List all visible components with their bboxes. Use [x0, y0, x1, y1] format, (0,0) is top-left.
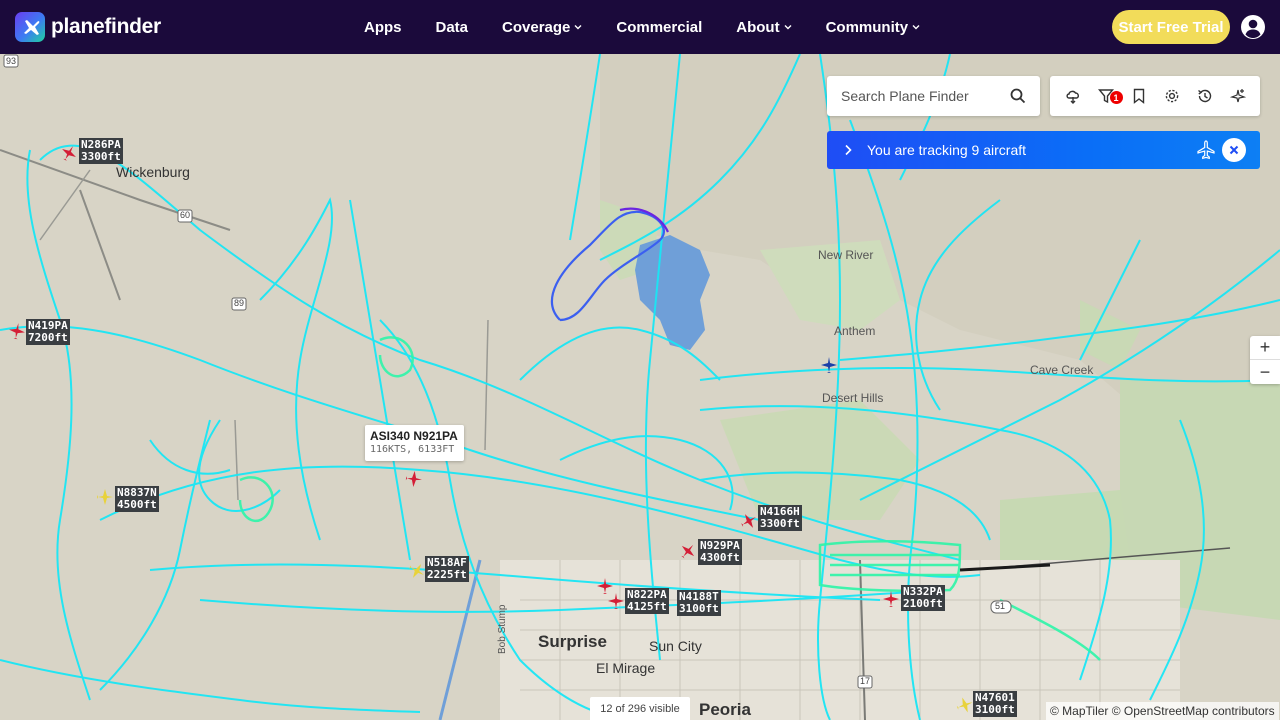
nav-links: Apps Data Coverage Commercial About Comm… — [364, 0, 954, 54]
visible-count: 12 of 296 visible — [590, 697, 690, 720]
weather-icon[interactable] — [1062, 85, 1084, 107]
nav-coverage[interactable]: Coverage — [502, 19, 582, 36]
tracking-bar[interactable]: You are tracking 9 aircraft — [827, 131, 1260, 169]
map-toolbar: 1 — [1050, 76, 1260, 116]
aircraft-alt: 4500ft — [117, 498, 157, 511]
brand-name: planefinder — [51, 15, 161, 38]
aircraft-label[interactable]: N47601 3100ft — [973, 691, 1017, 717]
planefinder-logo-icon — [15, 12, 45, 42]
aircraft-icon[interactable] — [882, 590, 900, 608]
aircraft-icon[interactable] — [405, 470, 423, 488]
aircraft-alt: 3300ft — [760, 517, 800, 530]
nav-apps[interactable]: Apps — [364, 19, 402, 36]
nav-community-label: Community — [825, 18, 909, 36]
chevron-right-icon[interactable] — [843, 144, 853, 156]
zoom-out-button[interactable]: − — [1250, 360, 1280, 384]
nav-commercial-label: Commercial — [616, 18, 703, 36]
settings-icon[interactable] — [1161, 85, 1183, 107]
aircraft-icon[interactable] — [408, 562, 426, 580]
place-peoria: Peoria — [699, 700, 751, 719]
aircraft-label[interactable]: N929PA 4300ft — [698, 539, 742, 565]
plane-icon — [1197, 140, 1215, 160]
start-free-trial-button[interactable]: Start Free Trial — [1112, 10, 1230, 44]
bookmark-icon[interactable] — [1128, 85, 1150, 107]
nav-about[interactable]: About — [736, 18, 792, 36]
aircraft-alt: 4300ft — [700, 551, 740, 564]
search-icon[interactable] — [1010, 88, 1026, 104]
place-wickenburg: Wickenburg — [116, 164, 190, 180]
map-attribution: © MapTiler © OpenStreetMap contributors — [1046, 702, 1279, 720]
aircraft-icon[interactable] — [607, 592, 625, 610]
place-new-river: New River — [818, 248, 874, 262]
nav-apps-label: Apps — [364, 18, 402, 36]
tooltip-detail: 116KTS, 6133FT — [370, 444, 455, 455]
aircraft-alt: 3300ft — [81, 150, 121, 163]
aircraft-label[interactable]: N286PA 3300ft — [79, 138, 123, 164]
aircraft-tooltip: ASI340 N921PA 116KTS, 6133FT — [365, 425, 464, 461]
maptiler-link[interactable]: © MapTiler — [1050, 704, 1108, 718]
chevron-down-icon — [784, 25, 792, 30]
nav-about-label: About — [736, 18, 780, 36]
flight-map[interactable]: 93 60 89 17 51 Wickenburg New River Anth… — [0, 54, 1280, 720]
aircraft-label[interactable]: N822PA 4125ft — [625, 588, 669, 614]
aircraft-icon[interactable] — [740, 512, 758, 530]
aircraft-alt: 2225ft — [427, 568, 467, 581]
aircraft-alt: 3100ft — [975, 703, 1015, 716]
place-anthem: Anthem — [834, 324, 876, 338]
aircraft-alt: 2100ft — [903, 597, 943, 610]
chevron-down-icon — [574, 25, 582, 30]
tracking-text: You are tracking 9 aircraft — [867, 142, 1027, 158]
tooltip-title: ASI340 N921PA — [370, 429, 458, 443]
place-cave-creek: Cave Creek — [1030, 363, 1094, 377]
zoom-in-button[interactable]: + — [1250, 336, 1280, 360]
nav-coverage-label: Coverage — [502, 18, 571, 36]
brand[interactable]: planefinder — [15, 12, 161, 42]
aircraft-label[interactable]: N518AF 2225ft — [425, 556, 469, 582]
aircraft-label[interactable]: N332PA 2100ft — [901, 585, 945, 611]
filter-icon[interactable]: 1 — [1095, 85, 1123, 107]
place-desert-hills: Desert Hills — [822, 391, 884, 405]
nav-commercial[interactable]: Commercial — [616, 19, 702, 36]
tracking-icon[interactable] — [1227, 85, 1249, 107]
place-el-mirage: El Mirage — [596, 660, 656, 676]
highway-89-label: 89 — [234, 298, 245, 308]
aircraft-icon[interactable] — [60, 144, 78, 162]
history-icon[interactable] — [1194, 85, 1216, 107]
place-surprise: Surprise — [538, 632, 607, 651]
close-icon — [1229, 145, 1239, 155]
nav-community[interactable]: Community — [826, 19, 921, 36]
search-box — [827, 76, 1040, 116]
aircraft-label[interactable]: N4188T 3100ft — [677, 590, 721, 616]
aircraft-label[interactable]: N8837N 4500ft — [115, 486, 159, 512]
road-bob-stump: Bob Stump — [497, 604, 508, 654]
aircraft-icon[interactable] — [956, 696, 974, 714]
aircraft-icon[interactable] — [820, 356, 838, 374]
osm-link[interactable]: © OpenStreetMap contributors — [1112, 704, 1275, 718]
highway-93-label: 93 — [6, 56, 17, 66]
highway-17-label: 17 — [860, 676, 871, 686]
filter-count-badge: 1 — [1109, 91, 1123, 104]
user-account-icon[interactable] — [1240, 14, 1266, 40]
aircraft-alt: 3100ft — [679, 602, 719, 615]
aircraft-alt: 7200ft — [28, 331, 68, 344]
close-tracking-button[interactable] — [1222, 138, 1246, 162]
highway-51-label: 51 — [995, 601, 1006, 611]
search-input[interactable] — [841, 88, 1001, 104]
aircraft-label[interactable]: N4166H 3300ft — [758, 505, 802, 531]
zoom-controls: + − — [1250, 336, 1280, 384]
aircraft-alt: 4125ft — [627, 600, 667, 613]
chevron-down-icon — [912, 25, 920, 30]
aircraft-icon[interactable] — [8, 322, 26, 340]
place-sun-city: Sun City — [649, 638, 702, 654]
nav-data[interactable]: Data — [436, 19, 469, 36]
aircraft-icon[interactable] — [96, 488, 114, 506]
top-nav: planefinder Apps Data Coverage Commercia… — [0, 0, 1280, 54]
aircraft-icon[interactable] — [679, 542, 697, 560]
nav-data-label: Data — [435, 18, 469, 36]
aircraft-label[interactable]: N419PA 7200ft — [26, 319, 70, 345]
highway-60-label: 60 — [180, 210, 191, 220]
